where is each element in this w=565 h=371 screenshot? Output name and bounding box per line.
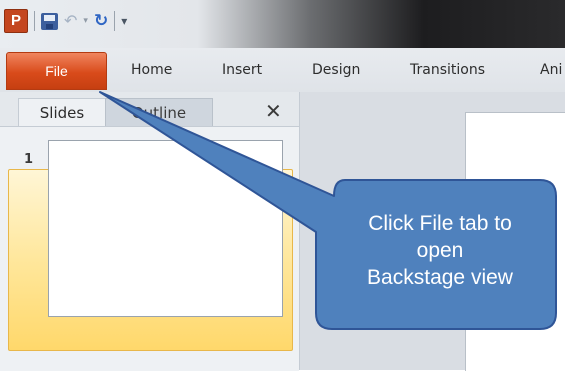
callout-line-2: open — [416, 239, 464, 262]
callout-shape — [99, 91, 557, 330]
callout-text: Click File tab to open Backstage view — [322, 210, 558, 291]
callout-line-3: Backstage view — [367, 266, 513, 289]
callout-line-1: Click File tab to — [368, 212, 512, 235]
